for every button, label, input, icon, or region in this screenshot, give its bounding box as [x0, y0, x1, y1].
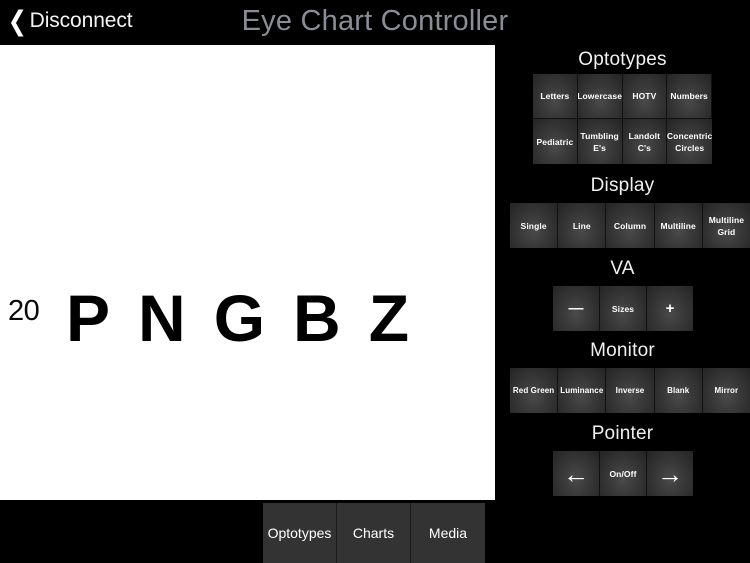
va-sizes-button[interactable]: Sizes	[600, 286, 647, 331]
section-title-display: Display	[590, 175, 655, 196]
optotype-letter: G	[213, 281, 266, 355]
button-label: Multiline Grid	[708, 214, 745, 237]
optotype-button-concentric-circles[interactable]: Concentric Circles	[667, 119, 712, 164]
button-label: Line	[572, 220, 591, 231]
optotype-button-letters[interactable]: Letters	[533, 74, 578, 119]
display-button-multiline-grid[interactable]: Multiline Grid	[702, 203, 750, 248]
bottom-tab-bar: Optotypes Charts Media	[0, 500, 750, 563]
button-label: On/Off	[609, 468, 637, 479]
button-label: Tumbling E's	[580, 130, 619, 153]
display-button-row: Single Line Column Multiline Multiline G…	[510, 203, 750, 248]
optotype-button-landolt-cs[interactable]: Landolt C's	[622, 119, 668, 164]
button-label: Red Green	[512, 385, 555, 395]
tab-optotypes[interactable]: Optotypes	[263, 503, 337, 563]
button-label: Inverse	[615, 385, 645, 395]
tab-charts[interactable]: Charts	[337, 503, 411, 563]
button-label: Blank	[667, 385, 690, 395]
tab-label: Media	[428, 525, 468, 541]
display-button-line[interactable]: Line	[558, 203, 607, 248]
display-button-column[interactable]: Column	[606, 203, 655, 248]
plus-icon: +	[665, 300, 675, 317]
arrow-left-icon: ←	[562, 458, 590, 489]
va-denominator-label: 20	[8, 295, 40, 327]
optotype-button-lowercase[interactable]: Lowercase	[577, 74, 623, 119]
optotype-button-numbers[interactable]: Numbers	[667, 74, 712, 119]
button-label: HOTV	[632, 91, 657, 101]
tab-label: Charts	[352, 525, 395, 541]
arrow-right-icon: →	[656, 458, 684, 489]
app-root: ❮ Disconnect Eye Chart Controller 20 P N…	[0, 0, 750, 563]
optotype-line: P N G B Z	[66, 285, 409, 351]
button-label: Multiline	[660, 220, 696, 231]
button-label: Numbers	[670, 91, 708, 101]
eye-chart-display[interactable]: 20 P N G B Z	[0, 45, 495, 500]
optotype-letter: P	[66, 281, 111, 355]
button-label: Pediatric	[536, 136, 574, 147]
display-button-multiline[interactable]: Multiline	[654, 203, 703, 248]
optotype-button-pediatric[interactable]: Pediatric	[533, 119, 578, 164]
button-label: Lowercase	[577, 91, 623, 101]
monitor-button-luminance[interactable]: Luminance	[558, 368, 607, 413]
monitor-button-red-green[interactable]: Red Green	[510, 368, 559, 413]
button-label: Landolt C's	[628, 130, 661, 153]
optotype-letter: Z	[368, 281, 410, 355]
tab-label: Optotypes	[267, 525, 332, 541]
section-title-pointer: Pointer	[591, 423, 654, 444]
pointer-onoff-button[interactable]: On/Off	[600, 451, 647, 496]
optotype-letter: B	[293, 281, 341, 355]
button-label: Single	[520, 220, 547, 231]
section-title-va: VA	[610, 258, 635, 279]
optotype-button-tumbling-es[interactable]: Tumbling E's	[577, 119, 623, 164]
button-label: Mirror	[714, 385, 739, 395]
button-label: Concentric Circles	[667, 130, 712, 153]
monitor-button-blank[interactable]: Blank	[654, 368, 703, 413]
control-panel: Optotypes Letters Lowercase HOTV Numbers…	[495, 45, 750, 500]
monitor-button-mirror[interactable]: Mirror	[702, 368, 750, 413]
button-label: Luminance	[560, 385, 604, 395]
optotypes-button-grid: Letters Lowercase HOTV Numbers Pediatric…	[533, 74, 712, 164]
monitor-button-row: Red Green Luminance Inverse Blank Mirror	[510, 368, 750, 413]
tab-media[interactable]: Media	[411, 503, 485, 563]
va-decrease-button[interactable]: —	[553, 286, 600, 331]
va-button-row: — Sizes +	[553, 286, 693, 331]
section-title-optotypes: Optotypes	[578, 49, 667, 70]
tab-group: Optotypes Charts Media	[263, 503, 485, 563]
pointer-right-button[interactable]: →	[647, 451, 693, 496]
minus-icon: —	[568, 300, 584, 317]
pointer-button-row: ← On/Off →	[553, 451, 693, 496]
section-title-monitor: Monitor	[590, 340, 655, 361]
button-label: Letters	[540, 91, 570, 101]
pointer-left-button[interactable]: ←	[553, 451, 600, 496]
button-label: Sizes	[611, 303, 635, 314]
optotype-letter: N	[138, 281, 186, 355]
va-increase-button[interactable]: +	[647, 286, 693, 331]
page-title: Eye Chart Controller	[241, 5, 509, 37]
optotype-button-hotv[interactable]: HOTV	[622, 74, 668, 119]
title-bar: ❮ Disconnect Eye Chart Controller	[0, 0, 750, 45]
monitor-button-inverse[interactable]: Inverse	[606, 368, 655, 413]
button-label: Column	[613, 220, 647, 231]
display-button-single[interactable]: Single	[510, 203, 559, 248]
